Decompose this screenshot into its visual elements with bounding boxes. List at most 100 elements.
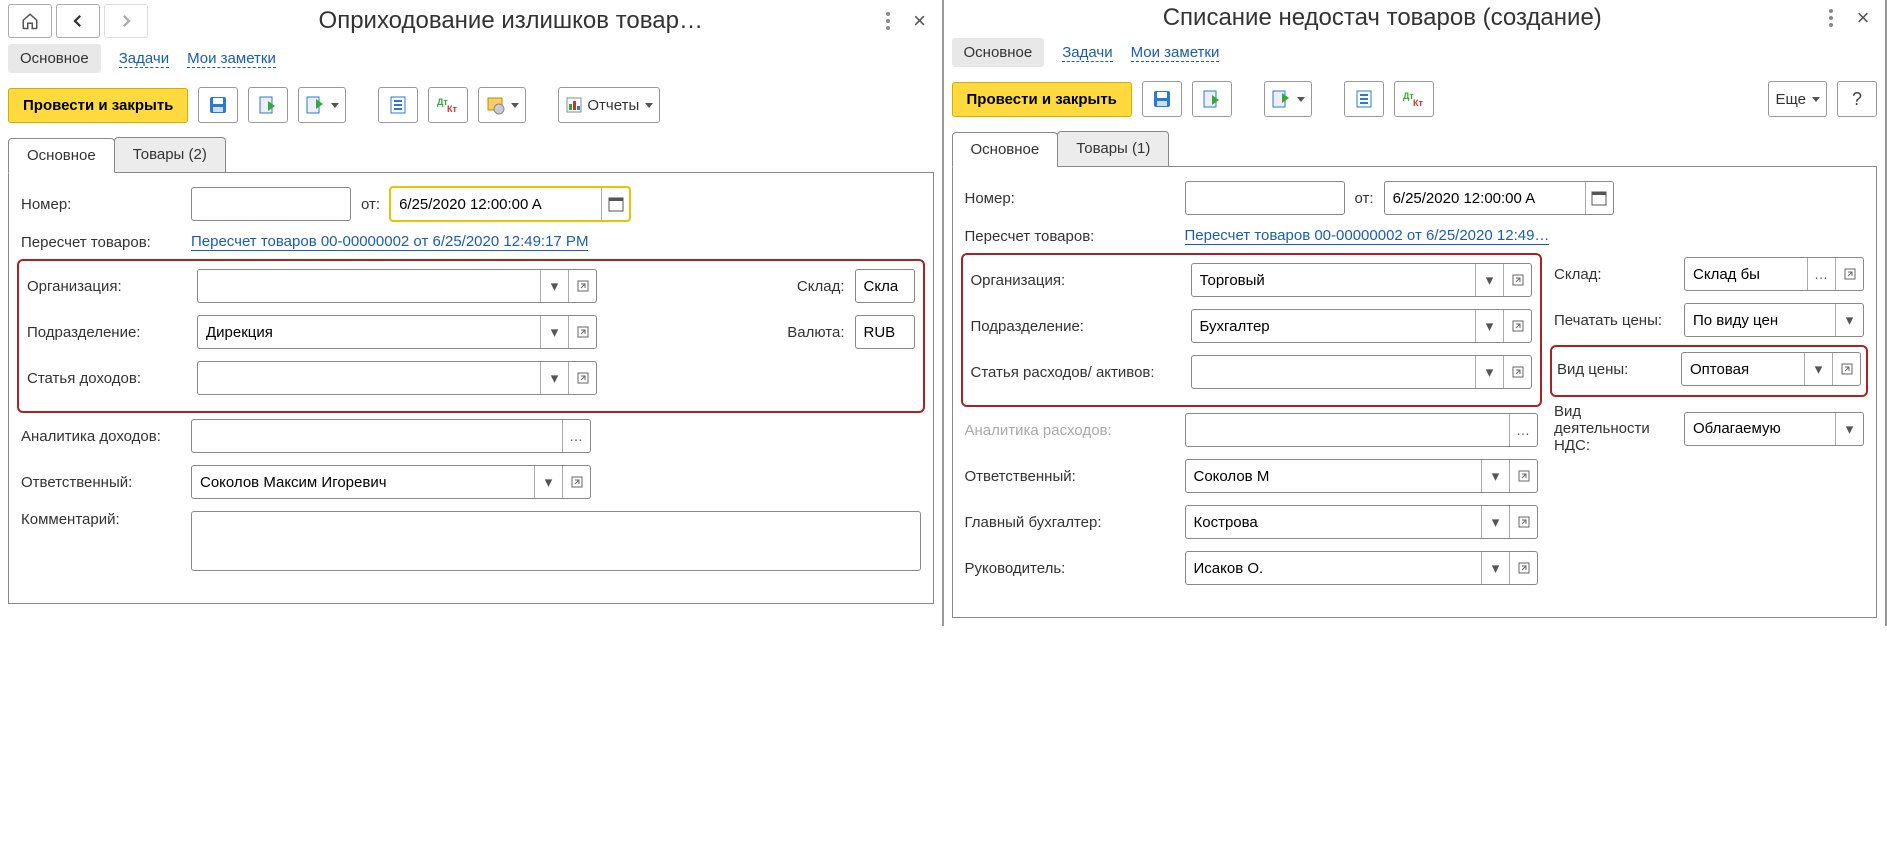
open-icon[interactable]: [568, 270, 596, 302]
currency-field[interactable]: [855, 315, 915, 349]
linkbar-tasks[interactable]: Задачи: [1062, 44, 1112, 62]
date-field[interactable]: [390, 187, 630, 221]
kebab-menu-icon[interactable]: [874, 7, 902, 35]
income-field[interactable]: ▾: [197, 361, 597, 395]
tabs: Основное Товары (2): [8, 137, 934, 173]
open-icon[interactable]: [1503, 264, 1531, 296]
tab-goods[interactable]: Товары (1): [1057, 131, 1169, 166]
dtkt-button[interactable]: ДтКт: [1394, 81, 1434, 117]
dropdown-icon[interactable]: ▾: [1475, 264, 1503, 296]
calendar-icon[interactable]: [1585, 182, 1613, 214]
chief-acc-field[interactable]: ▾: [1185, 505, 1539, 539]
dropdown-icon[interactable]: ▾: [1475, 356, 1503, 388]
reports-button[interactable]: Отчеты: [558, 87, 660, 123]
dtkt-button[interactable]: ДтКт: [428, 87, 468, 123]
dropdown-icon[interactable]: ▾: [534, 466, 562, 498]
price-kind-field[interactable]: ▾: [1681, 352, 1861, 386]
list-button[interactable]: [1344, 81, 1384, 117]
dept-field[interactable]: ▾: [197, 315, 597, 349]
open-icon[interactable]: [562, 466, 590, 498]
tab-goods[interactable]: Товары (2): [114, 137, 226, 172]
attach-button[interactable]: [478, 87, 526, 123]
right-pane: Списание недостач товаров (создание) × О…: [944, 0, 1887, 626]
post-and-close-button[interactable]: Провести и закрыть: [952, 82, 1132, 117]
more-label: Еще: [1775, 91, 1806, 108]
recount-link[interactable]: Пересчет товаров 00-00000002 от 6/25/202…: [191, 233, 588, 251]
dropdown-icon[interactable]: ▾: [1804, 353, 1832, 385]
dropdown-icon[interactable]: ▾: [1481, 506, 1509, 538]
ellipsis-icon[interactable]: …: [1807, 258, 1835, 290]
analytics-field[interactable]: …: [191, 419, 591, 453]
warehouse-field[interactable]: [855, 269, 915, 303]
post-and-close-button[interactable]: Провести и закрыть: [8, 88, 188, 123]
calendar-icon[interactable]: [601, 188, 629, 220]
home-button[interactable]: [8, 4, 52, 38]
dropdown-icon[interactable]: ▾: [1835, 413, 1863, 445]
linkbar-main[interactable]: Основное: [8, 44, 101, 73]
back-button[interactable]: [56, 4, 100, 38]
dropdown-icon[interactable]: ▾: [540, 362, 568, 394]
tabs: Основное Товары (1): [952, 131, 1878, 167]
recount-link[interactable]: Пересчет товаров 00-00000002 от 6/25/202…: [1185, 227, 1550, 245]
kebab-menu-icon[interactable]: [1817, 4, 1845, 32]
label-comment: Комментарий:: [21, 511, 181, 528]
linkbar-notes[interactable]: Мои заметки: [187, 50, 276, 68]
print-price-field[interactable]: ▾: [1684, 303, 1864, 337]
svg-text:Кт: Кт: [1413, 98, 1423, 107]
tab-main[interactable]: Основное: [952, 132, 1059, 167]
org-field[interactable]: ▾: [197, 269, 597, 303]
dropdown-icon[interactable]: ▾: [1481, 460, 1509, 492]
label-from: от:: [1355, 190, 1374, 207]
list-button[interactable]: [378, 87, 418, 123]
org-field[interactable]: ▾: [1191, 263, 1533, 297]
open-icon[interactable]: [1503, 356, 1531, 388]
dropdown-icon[interactable]: ▾: [1475, 310, 1503, 342]
close-button[interactable]: ×: [906, 7, 934, 35]
analytics-field[interactable]: …: [1185, 413, 1539, 447]
save-button[interactable]: [1142, 81, 1182, 117]
open-icon[interactable]: [568, 316, 596, 348]
dropdown-icon[interactable]: ▾: [540, 270, 568, 302]
warehouse-field[interactable]: …: [1684, 257, 1864, 291]
dropdown-icon[interactable]: ▾: [1481, 552, 1509, 584]
date-field[interactable]: [1384, 181, 1614, 215]
open-icon[interactable]: [1509, 460, 1537, 492]
resp-field[interactable]: ▾: [1185, 459, 1539, 493]
label-from: от:: [361, 196, 380, 213]
post-button[interactable]: [248, 87, 288, 123]
open-icon[interactable]: [1503, 310, 1531, 342]
open-icon[interactable]: [1835, 258, 1863, 290]
label-vat-kind: Вид деятельности НДС:: [1554, 403, 1674, 454]
post-button[interactable]: [1192, 81, 1232, 117]
expense-field[interactable]: ▾: [1191, 355, 1533, 389]
linkbar-main[interactable]: Основное: [952, 38, 1045, 67]
ellipsis-icon[interactable]: …: [562, 420, 590, 452]
label-org: Организация:: [971, 272, 1181, 289]
open-icon[interactable]: [1509, 506, 1537, 538]
resp-field[interactable]: ▾: [191, 465, 591, 499]
ellipsis-icon[interactable]: …: [1509, 414, 1537, 446]
number-field[interactable]: [191, 187, 351, 221]
help-button[interactable]: ?: [1837, 81, 1877, 117]
save-button[interactable]: [198, 87, 238, 123]
dept-field[interactable]: ▾: [1191, 309, 1533, 343]
create-based-on-button[interactable]: [1264, 81, 1312, 117]
close-button[interactable]: ×: [1849, 4, 1877, 32]
vat-kind-field[interactable]: ▾: [1684, 412, 1864, 446]
comment-field[interactable]: [191, 511, 921, 571]
forward-button[interactable]: [104, 4, 148, 38]
tab-main[interactable]: Основное: [8, 138, 115, 173]
dropdown-icon[interactable]: ▾: [1835, 304, 1863, 336]
label-number: Номер:: [21, 196, 181, 213]
label-analytics: Аналитика расходов:: [965, 422, 1175, 439]
open-icon[interactable]: [1832, 353, 1860, 385]
dropdown-icon[interactable]: ▾: [540, 316, 568, 348]
linkbar-notes[interactable]: Мои заметки: [1131, 44, 1220, 62]
open-icon[interactable]: [1509, 552, 1537, 584]
more-button[interactable]: Еще: [1768, 81, 1827, 117]
linkbar-tasks[interactable]: Задачи: [119, 50, 169, 68]
open-icon[interactable]: [568, 362, 596, 394]
number-field[interactable]: [1185, 181, 1345, 215]
director-field[interactable]: ▾: [1185, 551, 1539, 585]
create-based-on-button[interactable]: [298, 87, 346, 123]
